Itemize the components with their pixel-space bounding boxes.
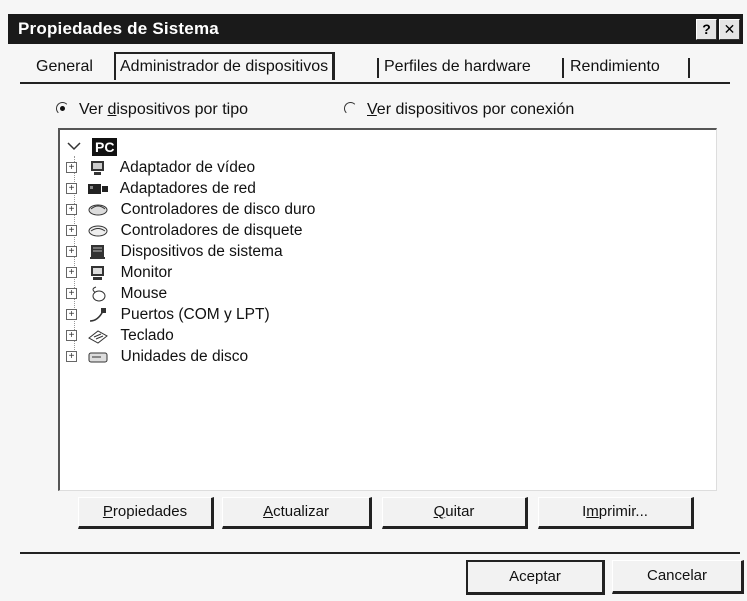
dialog-separator <box>20 552 740 554</box>
port-icon <box>87 307 109 323</box>
mouse-icon <box>87 286 109 302</box>
expand-icon[interactable]: + <box>66 267 77 279</box>
button-label: ctualizar <box>273 503 329 520</box>
radio-selected-icon[interactable] <box>56 102 69 115</box>
button-accel: m <box>586 503 599 520</box>
tree-item-video-adapter[interactable]: + Adaptador de vídeo <box>66 157 255 178</box>
monitor-icon <box>87 160 109 176</box>
button-label: ropiedades <box>112 503 188 520</box>
tree-item-mouse[interactable]: + Mouse <box>66 283 167 304</box>
close-button[interactable]: ✕ <box>719 19 740 40</box>
tree-item-monitor[interactable]: + Monitor <box>66 262 172 283</box>
expand-icon[interactable]: + <box>66 288 77 300</box>
monitor-icon <box>87 265 109 281</box>
tree-root-pc[interactable]: PC <box>66 136 118 158</box>
radio-label-part: er dispositivos por conexión <box>376 101 575 118</box>
tree-item-label: Teclado <box>120 327 174 344</box>
tree-item-label: Adaptadores de red <box>119 180 256 197</box>
tab-divider <box>377 58 379 78</box>
radio-unselected-icon[interactable] <box>344 102 357 115</box>
tab-hardware-profiles[interactable]: Perfiles de hardware <box>384 56 531 78</box>
tree-item-network-adapters[interactable]: + Adaptadores de red <box>66 178 256 199</box>
window-title: Propiedades de Sistema <box>18 19 219 38</box>
tree-item-ports[interactable]: + Puertos (COM y LPT) <box>66 304 270 325</box>
tab-performance[interactable]: Rendimiento <box>570 56 660 78</box>
expand-icon[interactable]: + <box>66 309 77 321</box>
keyboard-icon <box>87 328 109 344</box>
device-tree[interactable]: PC + Adaptador de vídeo + Adaptadores de… <box>58 128 717 491</box>
tree-item-label: Mouse <box>120 285 168 302</box>
computer-icon <box>66 138 88 154</box>
tree-item-label: Puertos (COM y LPT) <box>120 306 270 323</box>
button-label: primir... <box>598 503 648 520</box>
ok-button[interactable]: Aceptar <box>466 560 605 595</box>
tree-root-label: PC <box>92 138 118 156</box>
radio-label-accel: V <box>367 101 377 118</box>
expand-icon[interactable]: + <box>66 183 77 195</box>
disk-drive-icon <box>87 349 109 365</box>
tree-item-disk-drives[interactable]: + Unidades de disco <box>66 346 248 367</box>
tree-item-label: Unidades de disco <box>120 348 249 365</box>
radio-view-by-connection[interactable]: Ver dispositivos por conexión <box>344 98 574 122</box>
expand-icon[interactable]: + <box>66 330 77 342</box>
tab-panel-border <box>20 82 730 84</box>
help-button[interactable]: ? <box>696 19 717 40</box>
button-label: uitar <box>445 503 475 520</box>
radio-label-part: ispositivos por tipo <box>116 101 248 118</box>
button-accel: Q <box>433 503 446 520</box>
print-button[interactable]: Imprimir... <box>538 497 694 529</box>
refresh-button[interactable]: Actualizar <box>222 497 372 529</box>
system-properties-window: Propiedades de Sistema ? ✕ General Admin… <box>0 0 747 601</box>
tab-divider <box>562 58 564 78</box>
cancel-button[interactable]: Cancelar <box>612 560 744 594</box>
tree-item-system-devices[interactable]: + Dispositivos de sistema <box>66 241 283 262</box>
tree-item-hdd-controllers[interactable]: + Controladores de disco duro <box>66 199 315 220</box>
tree-item-label: Controladores de disquete <box>120 222 303 239</box>
disk-controller-icon <box>87 202 109 218</box>
title-bar[interactable]: Propiedades de Sistema ? ✕ <box>8 14 743 44</box>
expand-icon[interactable]: + <box>66 351 77 363</box>
button-accel: A <box>263 503 274 520</box>
expand-icon[interactable]: + <box>66 225 77 237</box>
tree-item-label: Monitor <box>120 264 173 281</box>
floppy-controller-icon <box>87 223 109 239</box>
button-accel: P <box>102 503 113 520</box>
tab-divider <box>688 58 690 78</box>
tab-device-manager[interactable]: Administrador de dispositivos <box>114 52 336 80</box>
tab-general[interactable]: General <box>36 56 93 78</box>
radio-label-part: Ver <box>79 101 108 118</box>
expand-icon[interactable]: + <box>66 246 77 258</box>
tree-item-label: Adaptador de vídeo <box>119 159 256 176</box>
system-device-icon <box>87 244 109 260</box>
properties-button[interactable]: Propiedades <box>78 497 214 529</box>
radio-view-by-type[interactable]: Ver dispositivos por tipo <box>56 98 248 122</box>
tree-item-floppy-controllers[interactable]: + Controladores de disquete <box>66 220 302 241</box>
tree-item-label: Controladores de disco duro <box>120 201 316 218</box>
remove-button[interactable]: Quitar <box>382 497 528 529</box>
expand-icon[interactable]: + <box>66 162 77 174</box>
network-card-icon <box>87 181 109 197</box>
tree-item-keyboard[interactable]: + Teclado <box>66 325 174 346</box>
tree-item-label: Dispositivos de sistema <box>120 243 283 260</box>
expand-icon[interactable]: + <box>66 204 77 216</box>
